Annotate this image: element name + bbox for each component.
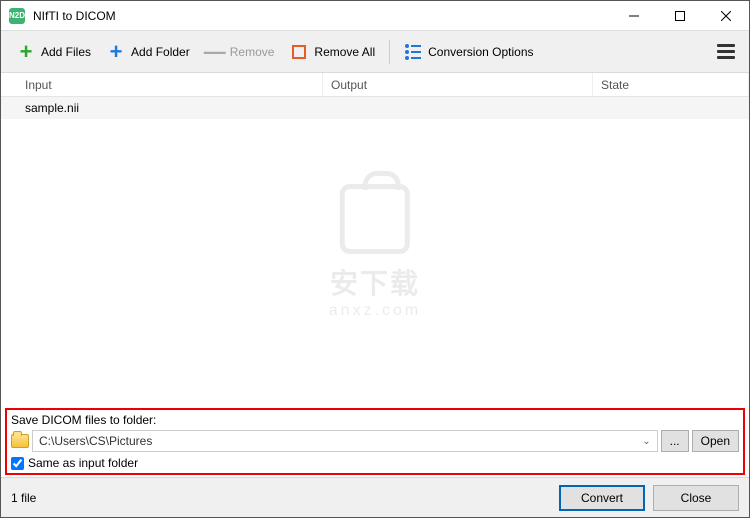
maximize-button[interactable]: [657, 1, 703, 31]
toolbar: + Add Files + Add Folder — Remove Remove…: [1, 31, 749, 73]
add-files-label: Add Files: [41, 45, 91, 59]
column-header-state[interactable]: State: [593, 73, 749, 96]
add-folder-label: Add Folder: [131, 45, 190, 59]
watermark: 安下载 anxz.com: [329, 184, 421, 320]
app-icon: N2D: [9, 8, 25, 24]
same-folder-checkbox[interactable]: [11, 457, 24, 470]
conversion-options-button[interactable]: Conversion Options: [396, 39, 541, 65]
bag-icon: [340, 184, 410, 254]
minimize-button[interactable]: [611, 1, 657, 31]
titlebar: N2D NIfTI to DICOM: [1, 1, 749, 31]
plus-icon: +: [107, 43, 125, 61]
folder-icon: [11, 434, 29, 448]
save-section: Save DICOM files to folder: C:\Users\CS\…: [5, 408, 745, 475]
table-row[interactable]: sample.nii: [1, 97, 749, 119]
file-count: 1 file: [11, 491, 36, 505]
cell-input: sample.nii: [25, 101, 79, 115]
window-controls: [611, 1, 749, 31]
hamburger-icon: [717, 44, 735, 47]
convert-button[interactable]: Convert: [559, 485, 645, 511]
column-header-input[interactable]: Input: [1, 73, 323, 96]
same-folder-label: Same as input folder: [28, 456, 138, 470]
menu-button[interactable]: [711, 38, 741, 65]
table-body: sample.nii 安下载 anxz.com: [1, 97, 749, 406]
options-icon: [404, 43, 422, 61]
add-folder-button[interactable]: + Add Folder: [99, 39, 198, 65]
app-window: N2D NIfTI to DICOM + Add Files + Add Fol…: [0, 0, 750, 518]
footer: 1 file Convert Close: [1, 477, 749, 517]
table-header: Input Output State: [1, 73, 749, 97]
open-folder-button[interactable]: Open: [692, 430, 739, 452]
remove-all-button[interactable]: Remove All: [282, 39, 383, 65]
column-header-output[interactable]: Output: [323, 73, 593, 96]
window-title: NIfTI to DICOM: [33, 9, 611, 23]
minus-icon: —: [206, 43, 224, 61]
close-window-button[interactable]: [703, 1, 749, 31]
output-path-combo[interactable]: C:\Users\CS\Pictures ⌄: [32, 430, 658, 452]
add-files-button[interactable]: + Add Files: [9, 39, 99, 65]
chevron-down-icon: ⌄: [642, 436, 650, 447]
watermark-url: anxz.com: [329, 302, 421, 320]
remove-label: Remove: [230, 45, 275, 59]
watermark-name: 安下载: [330, 262, 420, 302]
plus-icon: +: [17, 43, 35, 61]
remove-all-label: Remove All: [314, 45, 375, 59]
options-label: Conversion Options: [428, 45, 533, 59]
toolbar-separator: [389, 40, 390, 64]
same-folder-row[interactable]: Same as input folder: [11, 456, 739, 470]
browse-button[interactable]: ...: [661, 430, 689, 452]
save-label: Save DICOM files to folder:: [11, 413, 739, 427]
output-path-value: C:\Users\CS\Pictures: [39, 434, 152, 448]
remove-all-icon: [290, 43, 308, 61]
save-row: C:\Users\CS\Pictures ⌄ ... Open: [11, 430, 739, 452]
remove-button: — Remove: [198, 39, 283, 65]
close-button[interactable]: Close: [653, 485, 739, 511]
